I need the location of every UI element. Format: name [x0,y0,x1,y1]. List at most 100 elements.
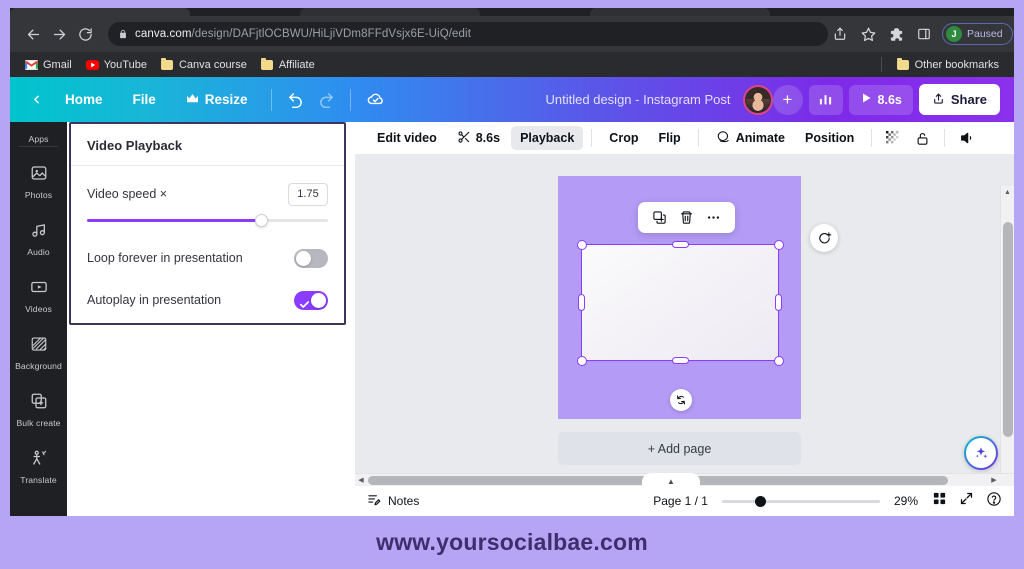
resize-handle-right[interactable] [775,294,782,311]
scroll-right-arrow[interactable]: ▶ [988,476,1000,484]
duplicate-icon[interactable] [647,205,672,230]
editor-area: Edit video 8.6s Playback Crop Flip [355,122,1014,516]
video-speed-slider[interactable] [87,212,328,228]
volume-icon[interactable] [953,124,981,152]
flip-button[interactable]: Flip [649,126,689,150]
fullscreen-icon[interactable] [959,491,974,511]
selected-element[interactable] [581,244,779,361]
bookmark-label: Affiliate [279,59,315,71]
sidebar-item-videos[interactable]: Videos [10,267,67,324]
sidebar-item-label: Photos [25,190,52,200]
redo-icon[interactable] [312,85,341,114]
share-button[interactable]: Share [919,84,1000,115]
autoplay-label: Autoplay in presentation [87,293,221,307]
timeline-collapse-tab[interactable]: ▲ [642,473,700,486]
home-button[interactable]: Home [51,85,117,114]
transparency-icon[interactable] [880,125,907,152]
edit-video-button[interactable]: Edit video [368,126,446,150]
sidebar-item-background[interactable]: Background [10,324,67,381]
design-title[interactable]: Untitled design - Instagram Post [546,92,731,107]
bookmark-gmail[interactable]: Gmail [18,56,79,73]
bookmark-youtube[interactable]: YouTube [79,56,154,73]
scroll-left-arrow[interactable]: ◀ [355,476,367,484]
autoplay-toggle[interactable] [294,291,328,310]
undo-icon[interactable] [281,85,310,114]
loop-forever-toggle[interactable] [294,249,328,268]
more-options-icon[interactable] [701,205,726,230]
crop-button[interactable]: Crop [600,126,647,150]
browser-window: canva.com/design/DAFjtlOCBWU/HiLjiVDm8FF… [10,8,1014,516]
star-icon[interactable] [856,22,880,46]
present-button[interactable]: 8.6s [849,85,913,115]
scrollbar-thumb[interactable] [1003,222,1013,437]
resize-handle-bottom[interactable] [672,357,689,364]
playback-button[interactable]: Playback [511,126,583,150]
back-button[interactable] [22,86,49,113]
insights-button[interactable] [809,85,843,115]
extensions-icon[interactable] [884,22,908,46]
add-collaborator-button[interactable]: + [773,85,803,115]
browser-tab[interactable] [590,8,770,16]
back-arrow-icon[interactable] [20,21,46,47]
lock-icon[interactable] [909,125,936,152]
share-icon[interactable] [828,22,852,46]
slider-thumb[interactable] [255,214,268,227]
translate-icon [30,449,48,472]
canvas-vertical-scrollbar[interactable]: ▲ ▼ [1000,186,1014,484]
address-bar[interactable]: canva.com/design/DAFjtlOCBWU/HiLjiVDm8FF… [108,22,828,46]
sidebar-item-photos[interactable]: Photos [10,153,67,210]
resize-handle-left[interactable] [578,294,585,311]
bookmark-affiliate[interactable]: Affiliate [254,56,322,73]
sidebar-item-apps[interactable]: Apps [10,122,67,144]
notes-button[interactable]: Notes [367,492,419,510]
zoom-slider[interactable] [722,494,880,508]
forward-arrow-icon[interactable] [46,21,72,47]
sidebar-item-label: Bulk create [16,418,60,428]
bookmark-canva-course[interactable]: Canva course [154,56,254,73]
video-speed-value[interactable]: 1.75 [288,183,328,206]
trim-duration-label: 8.6s [476,131,500,145]
zoom-thumb[interactable] [755,496,766,507]
help-icon[interactable] [986,491,1002,512]
browser-tab[interactable] [10,8,190,16]
home-label: Home [65,92,103,107]
folder-icon [261,58,274,71]
resize-handle-br[interactable] [774,356,784,366]
add-page-button[interactable]: + Add page [558,432,801,465]
sidebar-item-translate[interactable]: Translate [10,438,67,495]
bookmark-other[interactable]: Other bookmarks [890,56,1006,73]
rotate-handle[interactable] [670,389,692,411]
browser-tab[interactable] [300,8,480,16]
trash-icon[interactable] [674,205,699,230]
element-context-toolbar [638,202,735,233]
file-menu[interactable]: File [119,85,170,114]
other-bookmarks-group: Other bookmarks [881,56,1014,73]
resize-handle-bl[interactable] [577,356,587,366]
magic-studio-button[interactable] [964,436,998,470]
resize-handle-top[interactable] [672,241,689,248]
folder-icon [161,58,174,71]
lock-icon [118,29,128,39]
sidebar-item-label: Background [15,361,62,371]
add-comment-button[interactable] [810,224,838,252]
check-icon [300,295,309,302]
cloud-saved-icon[interactable] [360,84,391,115]
reload-icon[interactable] [72,21,98,47]
resize-button[interactable]: Resize [172,85,262,114]
position-button[interactable]: Position [796,126,863,150]
canvas-area[interactable]: + Add page ▲ ▼ [355,154,1014,484]
grid-view-icon[interactable] [932,491,947,511]
animate-button[interactable]: Animate [707,124,794,152]
side-panel-icon[interactable] [912,22,936,46]
resize-handle-tl[interactable] [577,240,587,250]
outer-frame: canva.com/design/DAFjtlOCBWU/HiLjiVDm8FF… [0,0,1024,569]
sidebar-item-bulk-create[interactable]: Bulk create [10,381,67,438]
profile-pill[interactable]: J Paused [942,23,1013,45]
resize-handle-tr[interactable] [774,240,784,250]
audio-icon [30,221,48,244]
trim-button[interactable]: 8.6s [448,125,509,152]
sidebar-item-audio[interactable]: Audio [10,210,67,267]
bulk-create-icon [30,392,48,415]
scroll-up-arrow[interactable]: ▲ [1001,186,1014,199]
user-avatar[interactable] [743,85,773,115]
